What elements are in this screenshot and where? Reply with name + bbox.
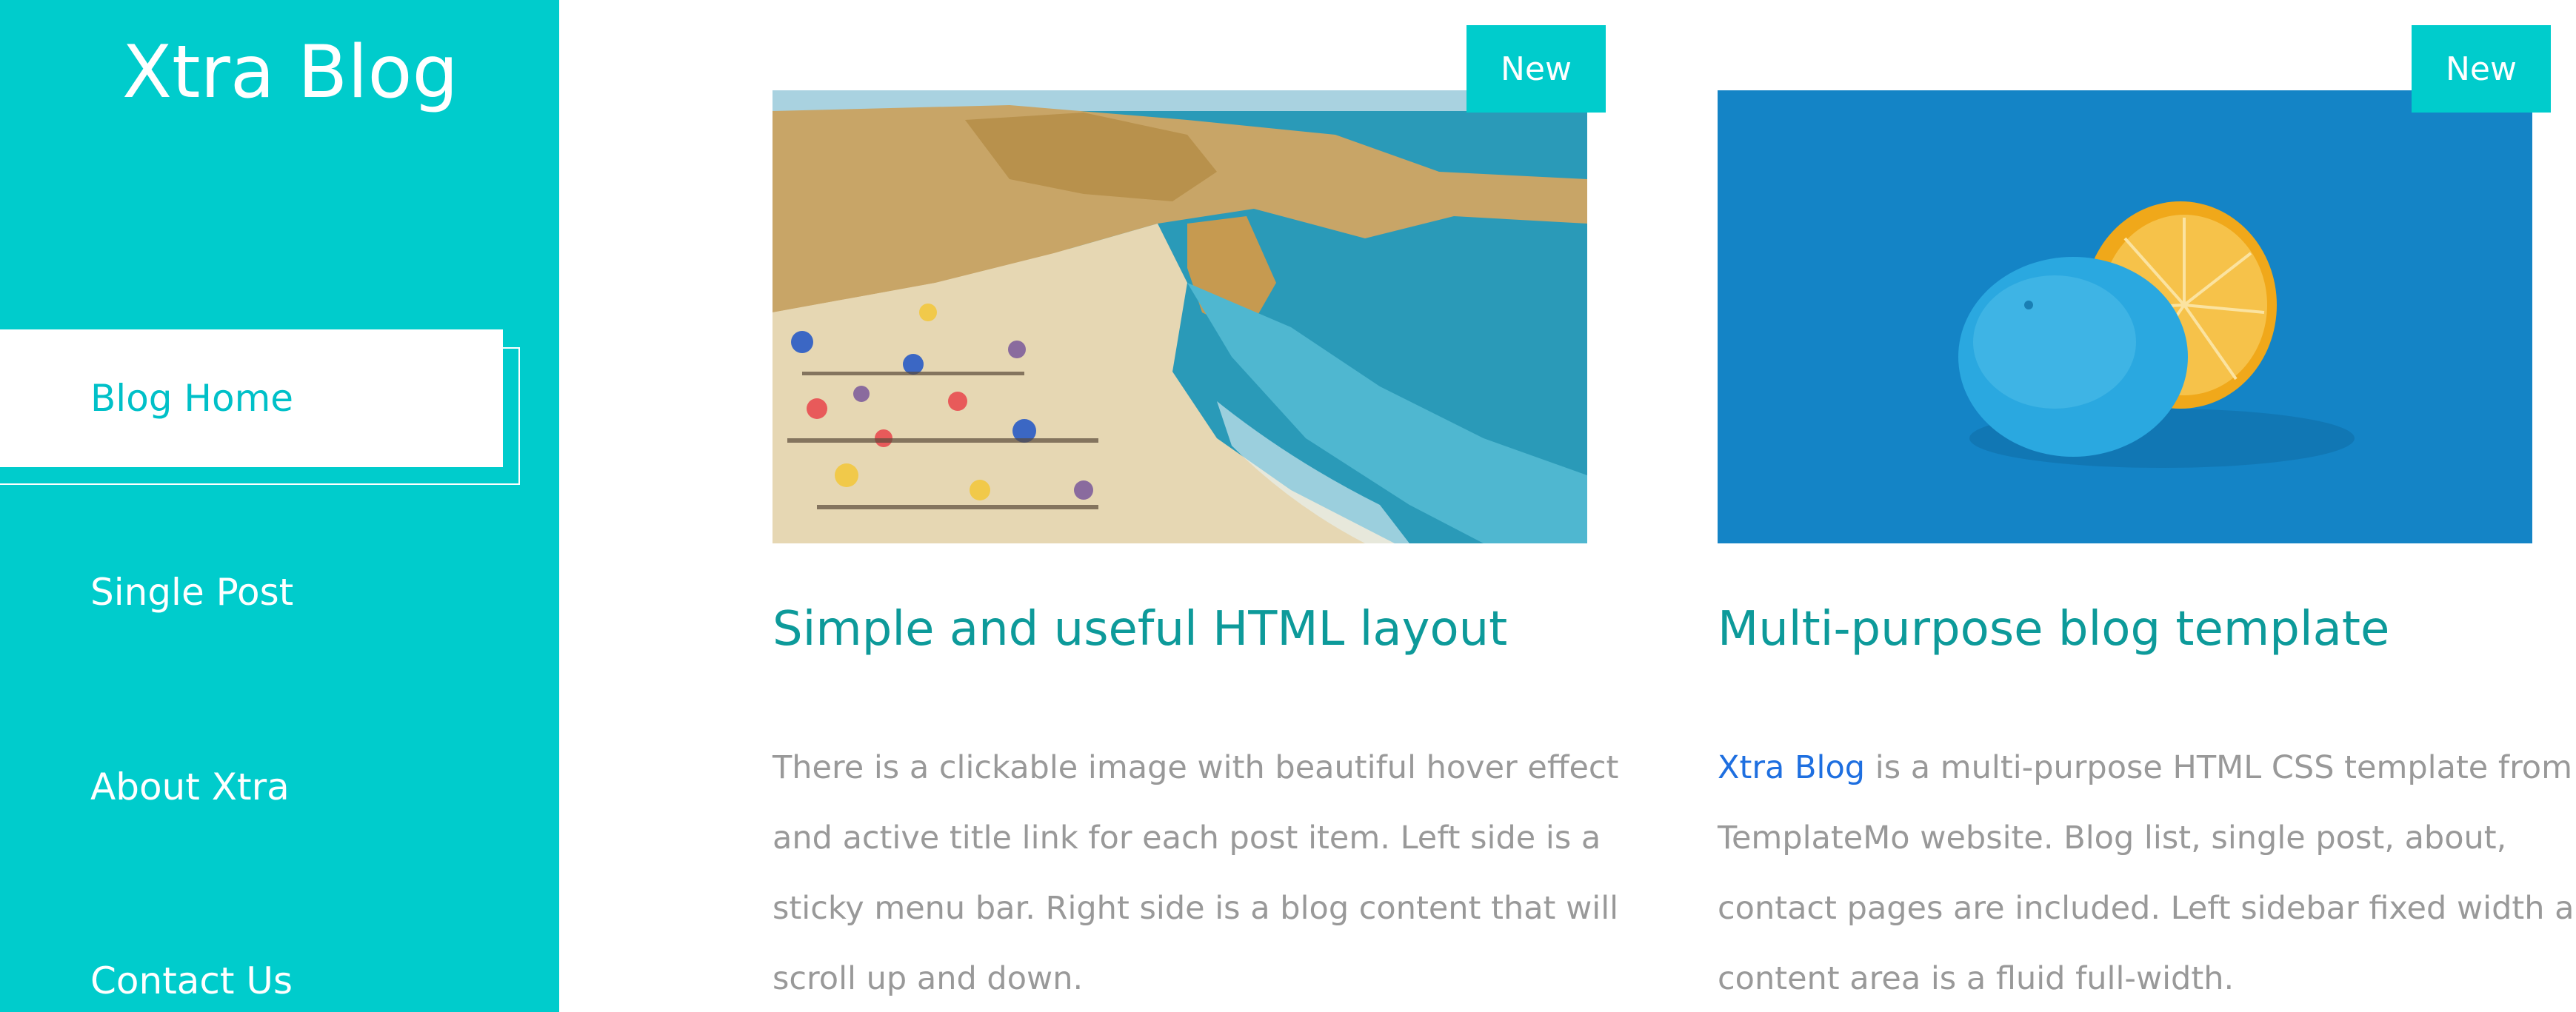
nav-item-about[interactable]: About Xtra — [0, 718, 290, 856]
new-badge: New — [1466, 25, 1606, 113]
orange-photo — [1718, 90, 2532, 543]
post-excerpt-line: There is a clickable image with beautifu… — [773, 749, 1619, 786]
post-excerpt-line: and active title link for each post item… — [773, 820, 1601, 857]
post-image-beach[interactable] — [773, 90, 1587, 543]
post-title[interactable]: Simple and useful HTML layout — [773, 592, 1507, 666]
nav-item-label: Single Post — [90, 571, 294, 614]
nav-item-label: Contact Us — [90, 959, 293, 1002]
post-excerpt: There is a clickable image with beautifu… — [773, 733, 1619, 1012]
beach-photo — [773, 90, 1587, 543]
post-excerpt-line: Xtra Blog is a multi-purpose HTML CSS te… — [1718, 733, 2572, 803]
post-excerpt: Xtra Blog is a multi-purpose HTML CSS te… — [1718, 733, 2576, 1012]
nav-item-label: About Xtra — [90, 765, 290, 808]
post-excerpt-line: content area is a fluid full-width. — [1718, 960, 2235, 997]
nav-item-label: Blog Home — [90, 377, 294, 420]
post-excerpt-line: sticky menu bar. Right side is a blog co… — [773, 890, 1619, 927]
nav-item-contact[interactable]: Contact Us — [0, 912, 293, 1012]
sidebar: Xtra Blog Blog Home Single Post About Xt… — [0, 0, 559, 1012]
post-excerpt-line: scroll up and down. — [773, 960, 1084, 997]
post-excerpt-text: is a multi-purpose HTML CSS template fro… — [1865, 749, 2573, 786]
post-image-orange[interactable] — [1718, 90, 2532, 543]
nav-item-blog-home[interactable]: Blog Home — [0, 329, 520, 485]
page: Xtra Blog Blog Home Single Post About Xt… — [0, 0, 2576, 1012]
post-excerpt-line: contact pages are included. Left sidebar… — [1718, 890, 2576, 927]
site-brand[interactable]: Xtra Blog — [122, 28, 458, 117]
xtra-blog-link[interactable]: Xtra Blog — [1718, 749, 1865, 786]
nav-item-single-post[interactable]: Single Post — [0, 523, 293, 661]
post-excerpt-line: TemplateMo website. Blog list, single po… — [1718, 820, 2507, 857]
post-title[interactable]: Multi-purpose blog template — [1718, 592, 2389, 666]
new-badge: New — [2412, 25, 2551, 113]
